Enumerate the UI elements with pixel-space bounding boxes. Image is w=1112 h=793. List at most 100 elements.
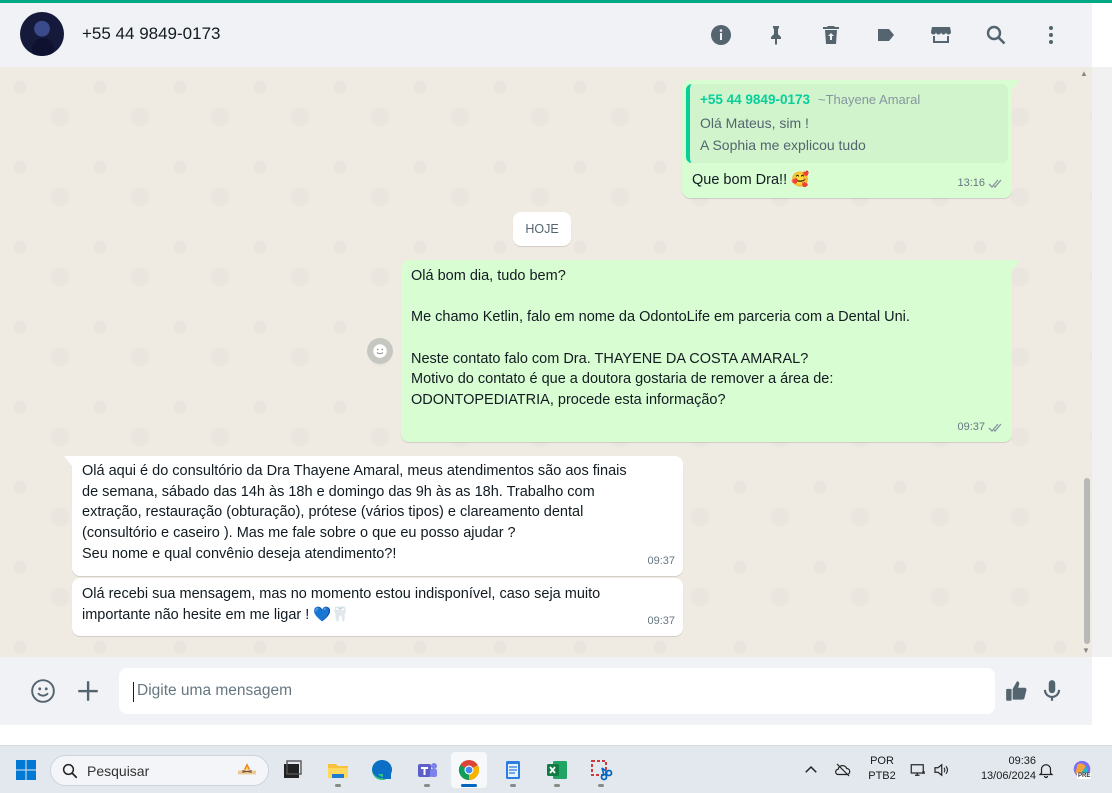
contact-name[interactable]: +55 44 9849-0173 bbox=[82, 24, 221, 44]
running-indicator bbox=[598, 784, 604, 787]
outgoing-message[interactable]: Olá bom dia, tudo bem? Me chamo Ketlin, … bbox=[401, 260, 1020, 442]
message-time: 09:37 bbox=[647, 555, 675, 568]
running-indicator bbox=[554, 784, 560, 787]
teams-icon bbox=[418, 763, 437, 777]
copilot-badge: PRE bbox=[1077, 773, 1092, 779]
message-line: ODONTOPEDIATRIA, procede esta informação… bbox=[411, 392, 726, 408]
message-line: Olá recebi sua mensagem, mas no momento … bbox=[82, 586, 601, 602]
double-check-icon bbox=[988, 179, 1002, 189]
scrollbar-track[interactable] bbox=[1092, 67, 1112, 657]
attach-button[interactable] bbox=[72, 675, 104, 707]
message-line: Seu nome e qual convênio deseja atendime… bbox=[82, 545, 397, 562]
taskbar-search-label: Pesquisar bbox=[87, 762, 150, 779]
message-line: de semana, sábado das 14h às 18h e domin… bbox=[82, 483, 595, 500]
task-view-button[interactable] bbox=[274, 752, 310, 788]
copilot-button[interactable]: PRE bbox=[1069, 756, 1095, 784]
message-line: (consultório e caseiro ). Mas me fale so… bbox=[82, 525, 516, 542]
running-indicator bbox=[510, 784, 516, 787]
start-button[interactable] bbox=[8, 752, 44, 788]
incoming-message[interactable]: Olá recebi sua mensagem, mas no momento … bbox=[72, 578, 683, 636]
message-time: 09:37 bbox=[647, 615, 675, 628]
reaction-button[interactable] bbox=[367, 338, 393, 364]
message-input[interactable] bbox=[119, 668, 995, 714]
taskbar-file-explorer[interactable] bbox=[320, 752, 356, 788]
double-check-icon bbox=[988, 423, 1002, 433]
message-paragraph: Neste contato falo com Dra. THAYENE DA C… bbox=[411, 350, 809, 367]
chat-area[interactable]: +55 44 9849-0173 ~Thayene Amaral Olá Mate… bbox=[0, 67, 1092, 657]
taskbar-notepad[interactable] bbox=[495, 752, 531, 788]
taskbar-teams[interactable] bbox=[409, 752, 445, 788]
keyboard-layout: PTB2 bbox=[868, 770, 896, 782]
label-icon[interactable] bbox=[858, 17, 913, 53]
store-icon[interactable] bbox=[913, 17, 968, 53]
taskbar-search[interactable]: Pesquisar bbox=[50, 755, 269, 786]
message-line: extração, restauração (obturação), próte… bbox=[82, 504, 584, 521]
scroll-up-arrow[interactable]: ▲ bbox=[1080, 69, 1088, 78]
message-meta: 09:37 bbox=[647, 551, 675, 572]
notification-bell-icon[interactable] bbox=[1036, 760, 1056, 780]
menu-icon[interactable] bbox=[1023, 17, 1078, 53]
snipping-tool-icon bbox=[591, 760, 613, 781]
campfire-icon bbox=[238, 763, 256, 775]
clock-time: 09:36 bbox=[1008, 755, 1036, 767]
clock[interactable]: 09:36 13/06/2024 bbox=[962, 754, 1036, 784]
quoted-message[interactable]: +55 44 9849-0173 ~Thayene Amaral Olá Mate… bbox=[686, 84, 1008, 163]
text-caret bbox=[133, 682, 134, 702]
thumbs-up-icon bbox=[1006, 681, 1027, 701]
taskbar-excel[interactable] bbox=[539, 752, 575, 788]
tray-volume-icon[interactable] bbox=[931, 760, 951, 780]
message-text: Que bom Dra!! 🥰 bbox=[692, 172, 810, 188]
message-paragraph: Me chamo Ketlin, falo em nome da OdontoL… bbox=[411, 309, 910, 326]
date-chip: HOJE bbox=[513, 212, 571, 246]
header-actions bbox=[693, 17, 1078, 53]
quote-line: A Sophia me explicou tudo bbox=[700, 136, 866, 153]
message-composer bbox=[0, 657, 1092, 725]
message-line: Olá aqui é do consultório da Dra Thayene… bbox=[82, 463, 627, 479]
message-line: Motivo do contato é que a doutora gostar… bbox=[411, 371, 834, 388]
running-indicator bbox=[424, 784, 430, 787]
excel-icon bbox=[547, 761, 567, 779]
microphone-icon bbox=[1043, 680, 1061, 701]
message-meta: 09:37 bbox=[647, 611, 675, 632]
scroll-down-arrow[interactable]: ▼ bbox=[1082, 646, 1090, 655]
emoji-icon bbox=[31, 679, 55, 703]
search-icon[interactable] bbox=[968, 17, 1023, 53]
microphone-button[interactable] bbox=[1036, 675, 1068, 707]
quote-pushname: ~Thayene Amaral bbox=[817, 92, 921, 107]
chrome-icon bbox=[458, 760, 480, 781]
outgoing-reply-message[interactable]: +55 44 9849-0173 ~Thayene Amaral Olá Mate… bbox=[682, 80, 1020, 198]
windows-taskbar: Pesquisar POR PTB2 09:36 13/06/2024 PRE bbox=[0, 745, 1112, 793]
quote-author: +55 44 9849-0173 bbox=[700, 92, 810, 107]
notepad-icon bbox=[506, 761, 520, 779]
message-time: 09:37 bbox=[957, 421, 985, 434]
windows-logo-icon bbox=[16, 760, 36, 780]
tray-cloud-off-icon[interactable] bbox=[833, 760, 853, 780]
clock-date: 13/06/2024 bbox=[980, 770, 1036, 782]
language-code: POR bbox=[870, 755, 894, 767]
emoji-icon bbox=[373, 344, 387, 358]
thumbs-up-button[interactable] bbox=[1001, 675, 1033, 707]
delete-icon[interactable] bbox=[803, 17, 858, 53]
emoji-button[interactable] bbox=[27, 675, 59, 707]
plus-icon bbox=[78, 681, 98, 701]
contact-avatar[interactable] bbox=[20, 12, 64, 56]
search-icon bbox=[62, 763, 78, 778]
message-line: importante não hesite em me ligar ! 💙🦷 bbox=[82, 606, 350, 623]
message-time: 13:16 bbox=[957, 177, 985, 190]
message-meta: 09:37 bbox=[957, 417, 1004, 438]
taskbar-snipping-tool[interactable] bbox=[583, 752, 619, 788]
taskbar-edge[interactable] bbox=[364, 752, 400, 788]
task-view-icon bbox=[284, 760, 302, 778]
quote-header: +55 44 9849-0173 ~Thayene Amaral bbox=[700, 90, 998, 111]
tray-network-icon[interactable] bbox=[908, 760, 928, 780]
pin-icon[interactable] bbox=[748, 17, 803, 53]
info-icon[interactable] bbox=[693, 17, 748, 53]
quote-line: Olá Mateus, sim ! bbox=[700, 114, 809, 131]
message-paragraph: Olá bom dia, tudo bem? bbox=[411, 268, 566, 284]
taskbar-chrome[interactable] bbox=[451, 752, 487, 788]
message-meta: 13:16 bbox=[957, 173, 1004, 194]
tray-overflow-chevron-up-icon[interactable] bbox=[801, 760, 821, 780]
input-language[interactable]: POR PTB2 bbox=[864, 754, 900, 784]
incoming-message[interactable]: Olá aqui é do consultório da Dra Thayene… bbox=[64, 456, 683, 576]
scrollbar-thumb[interactable] bbox=[1084, 478, 1090, 644]
